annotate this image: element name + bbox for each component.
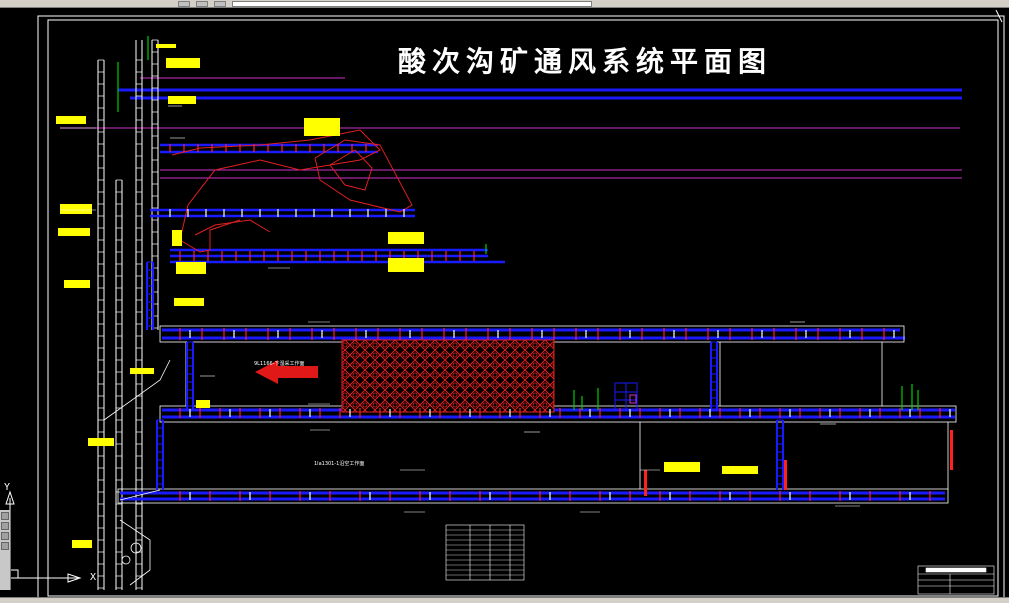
side-tool-button[interactable]	[1, 532, 9, 540]
side-tool-button[interactable]	[1, 542, 9, 550]
shafts	[97, 40, 159, 590]
goaf-hatch	[341, 339, 555, 413]
toolbar-button[interactable]	[214, 0, 226, 7]
boundary-lines	[60, 77, 962, 179]
ucs-icon	[0, 478, 82, 588]
leader-lines	[60, 105, 860, 513]
side-tool-button[interactable]	[1, 522, 9, 530]
ucs-x-label: X	[90, 572, 97, 583]
main-airways-top	[118, 88, 962, 100]
ucs-y-label: Y	[4, 482, 11, 493]
legend-table	[445, 524, 525, 581]
airway-ticks	[169, 144, 953, 501]
toolbar-button[interactable]	[196, 0, 208, 7]
workface-label: 9L1166-下湿采工作面	[254, 361, 305, 367]
toolbar-button[interactable]	[178, 0, 190, 7]
status-bar	[0, 597, 1009, 603]
menu-toolbar	[0, 0, 1009, 8]
ventilation-facility-icon	[614, 382, 638, 410]
title-block	[917, 565, 995, 595]
goaf-outlines	[171, 129, 413, 253]
side-tool-button[interactable]	[1, 512, 9, 520]
cad-drawing-canvas[interactable]	[0, 8, 1009, 597]
shaft-rungs	[98, 39, 158, 589]
toolbar-field[interactable]	[232, 0, 592, 7]
upper-branches	[150, 143, 505, 264]
drawing-title: 酸次沟矿通风系统平面图	[398, 45, 773, 78]
side-toolbar	[0, 510, 11, 590]
legend-rows	[446, 529, 524, 576]
annotation-blocks	[56, 44, 758, 548]
lower-workface-label: 1la1301-1沿空工作面	[314, 461, 365, 467]
lower-left-shafts	[103, 359, 171, 586]
